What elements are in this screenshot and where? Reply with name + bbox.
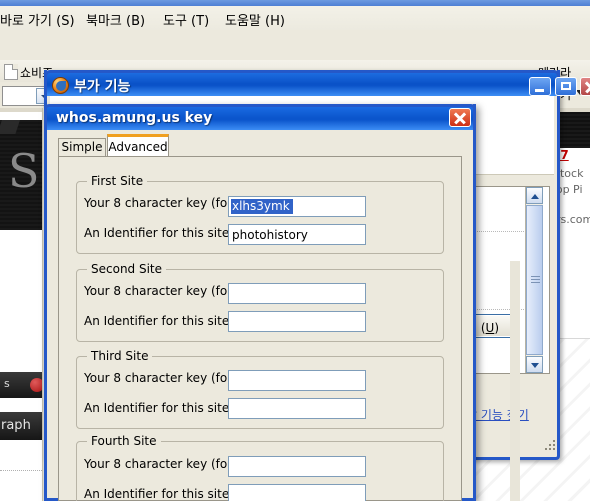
key-dialog-title: whos.amung.us key: [56, 110, 213, 126]
resize-grip[interactable]: [545, 440, 555, 450]
menu-item-help[interactable]: 도움말 (H): [225, 10, 285, 29]
key-dialog-tabstrip: Simple Advanced: [58, 134, 462, 157]
tab-advanced[interactable]: Advanced: [107, 134, 169, 157]
group-fourth-site-legend: Fourth Site: [91, 434, 157, 448]
scroll-up-icon[interactable]: [526, 187, 543, 204]
bookmark-page-icon: [4, 64, 18, 80]
maximize-icon[interactable]: [555, 77, 577, 96]
key-dialog-titlebar[interactable]: whos.amung.us key: [44, 104, 476, 130]
first-site-key-value: xlhs3ymk: [232, 199, 290, 213]
page-hero-letter: S: [8, 144, 40, 198]
addons-window-title: 부가 기능: [74, 79, 131, 95]
firefox-icon: [52, 77, 69, 94]
second-site-key-input[interactable]: [228, 283, 366, 304]
key-dialog-scroll-edge[interactable]: [510, 261, 520, 501]
page-white-block-1: [0, 230, 42, 372]
key-dialog-close-icon[interactable]: [449, 108, 471, 127]
menu-item-go[interactable]: 바로 가기 (S): [0, 10, 75, 29]
menu-item-bookmarks[interactable]: 북마크 (B): [86, 10, 145, 29]
page-white-block-3: [0, 440, 42, 470]
addons-list-scrollbar[interactable]: [525, 187, 543, 373]
fourth-site-identifier-input[interactable]: [228, 484, 366, 501]
screenshot-root: S s raph 07 Stock Top Pi rs.com , ders )…: [0, 0, 590, 501]
minimize-icon[interactable]: [529, 77, 551, 96]
page-dotted-divider: [0, 470, 42, 501]
close-icon[interactable]: [580, 77, 590, 96]
group-second-site-legend: Second Site: [91, 262, 163, 276]
page-right-line-3: rs.com: [556, 213, 590, 226]
page-dark-bar-2: raph: [0, 412, 42, 440]
scrollbar-thumb[interactable]: [526, 205, 543, 355]
menu-item-tools[interactable]: 도구 (T): [163, 10, 209, 29]
browser-urlbar-row: http://whos.amung.us/show/xlhs3ymk: [0, 34, 590, 92]
first-site-identifier-input[interactable]: [228, 224, 366, 245]
third-site-key-input[interactable]: [228, 370, 366, 391]
browser-menubar: 바로 가기 (S) 북마크 (B) 도구 (T) 도움말 (H): [0, 6, 590, 31]
page-white-block-2: [0, 398, 42, 412]
third-site-identifier-input[interactable]: [228, 398, 366, 419]
addons-window-titlebar[interactable]: 부가 기능: [44, 70, 590, 96]
browser-content-left-gap: [0, 112, 42, 120]
group-first-site-legend: First Site: [91, 174, 144, 188]
scroll-down-icon[interactable]: [526, 356, 543, 373]
second-site-identifier-input[interactable]: [228, 311, 366, 332]
group-third-site-legend: Third Site: [91, 349, 149, 363]
page-dark-bar-2-label: raph: [1, 418, 31, 433]
page-dark-bar-1-label: s: [4, 377, 10, 390]
fourth-site-key-input[interactable]: [228, 456, 366, 477]
page-dark-bar-1: s: [0, 372, 44, 398]
tab-simple[interactable]: Simple: [58, 138, 106, 157]
